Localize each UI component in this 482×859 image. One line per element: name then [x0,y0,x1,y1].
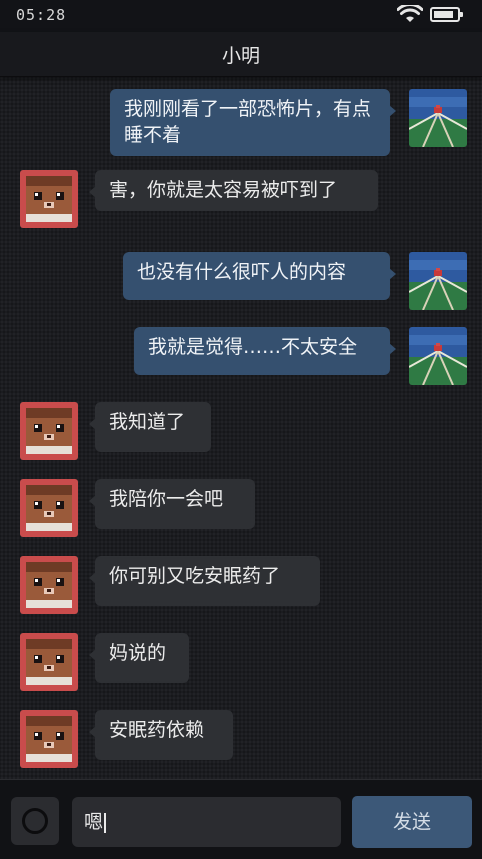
message-row: 我刚刚看了一部恐怖片，有点睡不着 [0,89,482,156]
message-row: 安眠药依赖 [0,710,482,768]
message-row: 我就是觉得……不太安全 [0,327,482,385]
landscape-avatar[interactable] [409,89,467,147]
landscape-avatar[interactable] [409,252,467,310]
message-row: 妈说的 [0,633,482,691]
status-bar: 05:28 [0,0,482,32]
camera-icon [22,808,48,834]
message-input[interactable]: 嗯 [72,797,341,847]
cat-avatar-image [20,633,78,691]
cat-avatar[interactable] [20,633,78,691]
chat-header: 小明 [0,32,482,77]
landscape-avatar-image [409,89,467,147]
message-row: 害，你就是太容易被吓到了 [0,170,482,234]
message-row: 我陪你一会吧 [0,479,482,537]
landscape-avatar-image [409,327,467,385]
cat-avatar-image [20,556,78,614]
cat-avatar-image [20,479,78,537]
message-row: 我知道了 [0,402,482,460]
received-message-bubble[interactable]: 害，你就是太容易被吓到了 [89,170,378,211]
sent-message-bubble[interactable]: 我就是觉得……不太安全 [134,327,396,375]
cat-avatar-image [20,170,78,228]
message-row: 你可别又吃安眠药了 [0,556,482,614]
input-bar: 嗯 发送 [0,779,482,859]
received-message-bubble[interactable]: 妈说的 [89,633,189,683]
message-input-value: 嗯 [84,811,104,833]
text-caret [104,812,107,833]
cat-avatar[interactable] [20,556,78,614]
cat-avatar[interactable] [20,479,78,537]
cat-avatar-image [20,402,78,460]
cat-avatar[interactable] [20,402,78,460]
received-message-bubble[interactable]: 安眠药依赖 [89,710,233,760]
send-button[interactable]: 发送 [352,796,472,848]
message-row: 也没有什么很吓人的内容 [0,252,482,310]
received-message-bubble[interactable]: 你可别又吃安眠药了 [89,556,320,606]
landscape-avatar-image [409,252,467,310]
cat-avatar-image [20,710,78,768]
received-message-bubble[interactable]: 我陪你一会吧 [89,479,255,529]
contact-name: 小明 [221,45,260,67]
sent-message-bubble[interactable]: 也没有什么很吓人的内容 [123,252,396,300]
received-message-bubble[interactable]: 我知道了 [89,402,211,452]
battery-icon [430,7,463,22]
camera-button[interactable] [11,797,59,845]
chat-screen: 05:28 小明 我刚刚看了一部恐怖片，有点睡不着 害，你就是太容易被吓到了 也… [0,0,482,859]
landscape-avatar[interactable] [409,327,467,385]
status-time: 05:28 [16,6,67,24]
battery-level [434,11,453,18]
wifi-icon [397,5,423,22]
cat-avatar[interactable] [20,710,78,768]
sent-message-bubble[interactable]: 我刚刚看了一部恐怖片，有点睡不着 [110,89,396,156]
cat-avatar[interactable] [20,170,78,228]
